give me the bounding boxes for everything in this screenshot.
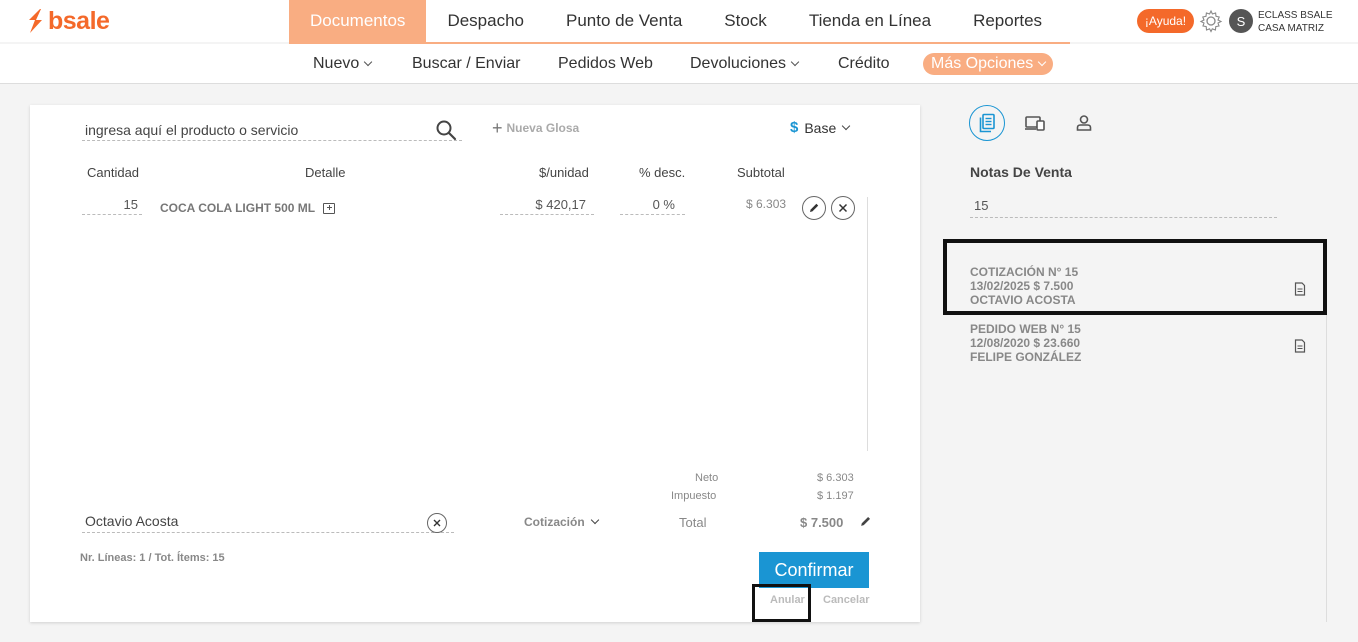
tab-reportes[interactable]: Reportes	[952, 0, 1063, 42]
total-value: $ 7.500	[800, 515, 844, 530]
divider	[1326, 315, 1327, 622]
confirm-button[interactable]: Confirmar	[759, 552, 869, 588]
line-detail: COCA COLA LIGHT 500 ML	[160, 201, 336, 215]
help-button[interactable]: ¡Ayuda!	[1137, 9, 1194, 33]
chevron-down-icon	[364, 57, 373, 67]
add-note-icon[interactable]	[323, 202, 336, 214]
pencil-icon	[810, 203, 819, 212]
document-type-select[interactable]: Cotización	[524, 515, 599, 529]
chevron-down-icon	[790, 57, 800, 67]
close-icon	[433, 519, 441, 527]
tab-punto-de-venta[interactable]: Punto de Venta	[545, 0, 703, 42]
col-cantidad: Cantidad	[87, 165, 140, 180]
doc-date-amount: 12/08/2020 $ 23.660	[970, 336, 1081, 350]
subnav-nuevo[interactable]: Nuevo	[313, 44, 373, 84]
edit-line-button[interactable]	[802, 196, 826, 220]
sub-nav: Nuevo Buscar / Enviar Pedidos Web Devolu…	[0, 44, 1358, 84]
document-icon	[979, 113, 995, 133]
document-editor: + Nueva Glosa $ Base Cantidad Detalle $/…	[30, 105, 920, 622]
client-input[interactable]: Octavio Acosta	[82, 513, 454, 533]
avatar[interactable]: S	[1229, 9, 1253, 33]
subnav-devoluciones-label: Devoluciones	[690, 55, 787, 72]
chevron-down-icon	[1038, 57, 1047, 67]
plus-icon: +	[492, 118, 503, 138]
subnav-nuevo-label: Nuevo	[313, 55, 360, 72]
price-list-select[interactable]: $ Base	[790, 119, 851, 136]
chevron-down-icon	[842, 121, 851, 130]
doc-number: PEDIDO WEB N° 15	[970, 322, 1081, 336]
dollar-icon: $	[790, 119, 799, 136]
clear-client-button[interactable]	[427, 513, 447, 533]
line-discount-input[interactable]: 0 %	[620, 195, 685, 215]
product-search-input[interactable]	[82, 119, 462, 141]
tab-documentos[interactable]: Documentos	[289, 0, 427, 42]
col-subtotal: Subtotal	[737, 165, 785, 180]
main-nav: Documentos Despacho Punto de Venta Stock…	[289, 0, 1063, 42]
tab-despacho[interactable]: Despacho	[426, 0, 545, 42]
devices-tab-button[interactable]	[1017, 105, 1053, 141]
lines-summary: Nr. Líneas: 1 / Tot. Ítems: 15	[80, 552, 225, 564]
subnav-buscar-enviar[interactable]: Buscar / Enviar	[412, 44, 520, 84]
impuesto-label: Impuesto	[671, 490, 717, 502]
panel-title: Notas De Venta	[970, 164, 1072, 180]
total-label: Total	[679, 515, 707, 530]
doc-client: FELIPE GONZÁLEZ	[970, 350, 1082, 364]
notes-tab-button[interactable]	[969, 105, 1005, 141]
customer-tab-button[interactable]	[1066, 105, 1102, 141]
line-quantity-input[interactable]: 15	[82, 195, 142, 215]
subnav-pedidos-web[interactable]: Pedidos Web	[558, 44, 653, 84]
nueva-glosa-button[interactable]: + Nueva Glosa	[492, 118, 580, 138]
bsale-logo[interactable]: bsale	[26, 6, 110, 35]
user-company: ECLASS BSALE	[1258, 10, 1333, 21]
subnav-mas-opciones[interactable]: Más Opciones	[923, 53, 1054, 75]
top-bar: bsale Documentos Despacho Punto de Venta…	[0, 0, 1358, 42]
subnav-credito[interactable]: Crédito	[838, 44, 890, 84]
user-info[interactable]: ECLASS BSALE CASA MATRIZ	[1258, 9, 1332, 35]
devices-icon	[1025, 116, 1045, 131]
col-detalle: Detalle	[305, 165, 346, 180]
subnav-devoluciones[interactable]: Devoluciones	[690, 44, 800, 84]
search-icon[interactable]	[435, 119, 457, 141]
highlight-box	[943, 239, 1327, 315]
line-subtotal: $ 6.303	[746, 197, 787, 211]
panel-search-input[interactable]: 15	[970, 198, 1277, 218]
line-detail-text: COCA COLA LIGHT 500 ML	[160, 201, 316, 215]
chevron-down-icon	[590, 515, 599, 525]
highlight-box	[752, 584, 811, 622]
logo-text: bsale	[48, 6, 110, 35]
line-unit-price-input[interactable]: $ 420,17	[500, 195, 594, 215]
col-unidad: $/unidad	[539, 165, 589, 180]
list-item[interactable]: PEDIDO WEB N° 15 12/08/2020 $ 23.660 FEL…	[970, 322, 1081, 364]
pencil-icon[interactable]	[859, 515, 872, 528]
close-icon	[838, 203, 848, 213]
neto-value: $ 6.303	[817, 472, 854, 484]
price-list-value: Base	[804, 119, 837, 136]
tab-tienda-en-linea[interactable]: Tienda en Línea	[788, 0, 952, 42]
bsale-logo-icon	[29, 9, 42, 33]
gear-icon[interactable]	[1199, 9, 1223, 33]
nueva-glosa-label: Nueva Glosa	[506, 121, 580, 135]
document-icon[interactable]	[1294, 339, 1306, 353]
col-desc: % desc.	[639, 165, 686, 180]
user-icon	[1076, 115, 1092, 131]
remove-line-button[interactable]	[831, 196, 855, 220]
user-branch: CASA MATRIZ	[1258, 23, 1324, 34]
neto-label: Neto	[695, 472, 719, 484]
impuesto-value: $ 1.197	[817, 490, 854, 502]
subnav-mas-opciones-label: Más Opciones	[931, 55, 1034, 72]
divider	[867, 197, 868, 451]
cancelar-button[interactable]: Cancelar	[823, 594, 869, 606]
document-type-value: Cotización	[524, 515, 585, 529]
tab-stock[interactable]: Stock	[703, 0, 788, 42]
